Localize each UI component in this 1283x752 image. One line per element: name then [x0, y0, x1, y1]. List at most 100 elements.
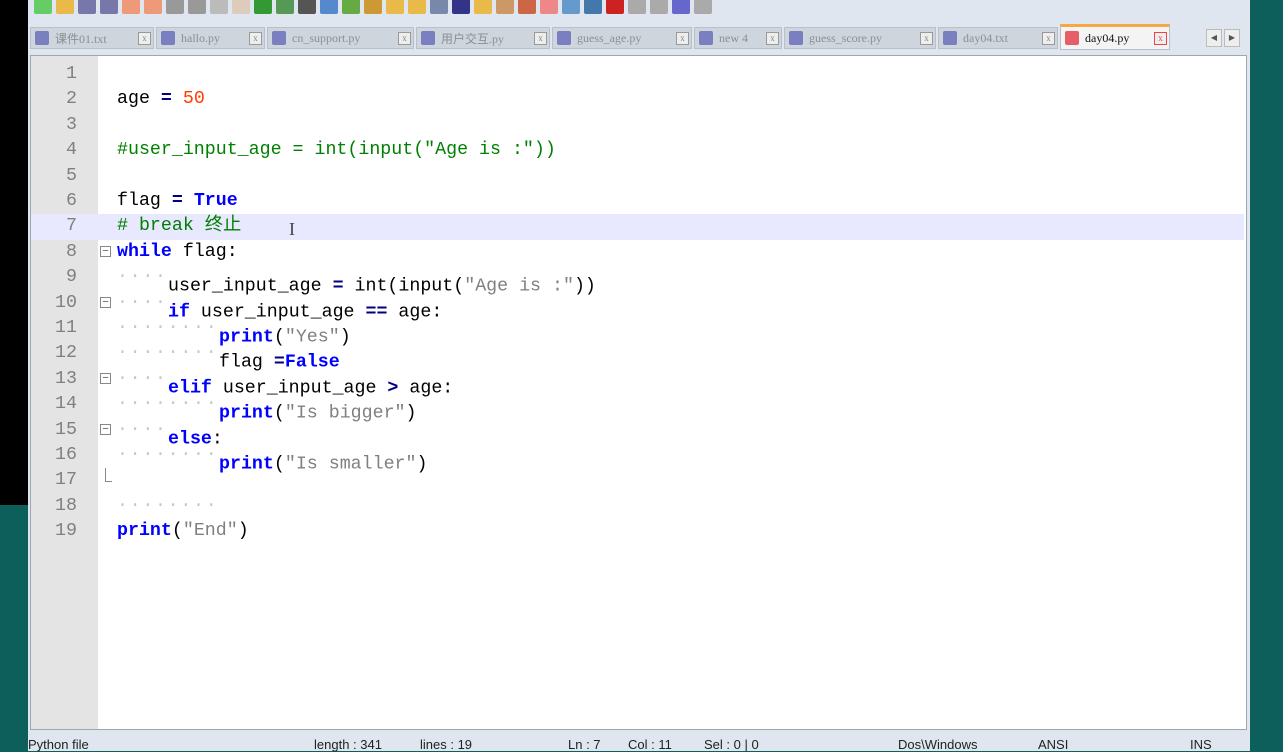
line-number: 10 — [55, 292, 77, 313]
save-macro-icon[interactable] — [694, 0, 712, 14]
line-number: 4 — [66, 140, 77, 161]
close-all-icon[interactable] — [144, 0, 162, 14]
file-icon — [789, 31, 803, 45]
indent-guide: ···· — [117, 292, 168, 313]
close-tab-icon[interactable]: x — [138, 31, 151, 45]
indent-guide-icon[interactable] — [474, 0, 492, 14]
show-all-icon[interactable] — [452, 0, 470, 14]
print-icon[interactable] — [166, 0, 184, 14]
cut-icon[interactable] — [188, 0, 206, 14]
folder-workspace-icon[interactable] — [562, 0, 580, 14]
code-line: 9 ····user_input_age = int(input("Age is … — [31, 265, 1244, 296]
code-line: 13− ····elif user_input_age > age: — [31, 367, 1244, 398]
code-token: 50 — [182, 89, 205, 110]
code-token: = — [160, 89, 172, 110]
close-tab-icon[interactable]: x — [1154, 31, 1167, 45]
record-macro-icon[interactable] — [606, 0, 624, 14]
fold-toggle-icon[interactable]: − — [100, 423, 111, 435]
close-tab-icon[interactable]: x — [920, 31, 933, 45]
code-editor[interactable]: 1 2 age = 50 3 4 #user_input_age = int(input(… — [30, 55, 1247, 730]
code-line: 14 ········print("Is bigger") — [31, 392, 1244, 423]
indent-guide: ···· — [117, 368, 168, 389]
close-tab-icon[interactable]: x — [534, 31, 547, 45]
line-number: 7 — [66, 216, 77, 237]
save-all-icon[interactable] — [100, 0, 118, 14]
doc-map-icon[interactable] — [518, 0, 536, 14]
file-icon — [35, 31, 49, 45]
code-token: print — [117, 521, 172, 542]
tab-scroll-right-button[interactable]: ▶ — [1224, 29, 1240, 47]
tab-4[interactable]: guess_age.py x — [552, 27, 692, 49]
fold-toggle-icon[interactable]: − — [100, 296, 111, 308]
line-number: 19 — [55, 521, 77, 542]
tab-label: hallo.py — [181, 30, 220, 45]
user-lang-icon[interactable] — [496, 0, 514, 14]
undo-icon[interactable] — [254, 0, 272, 14]
tab-2[interactable]: cn_support.py x — [267, 27, 414, 49]
tab-0[interactable]: 课件01.txt x — [30, 27, 154, 49]
copy-icon[interactable] — [210, 0, 228, 14]
stop-macro-icon[interactable] — [628, 0, 646, 14]
open-file-icon[interactable] — [56, 0, 74, 14]
close-tab-icon[interactable]: x — [398, 31, 411, 45]
replace-icon[interactable] — [320, 0, 338, 14]
code-token: ( — [171, 521, 183, 542]
redo-icon[interactable] — [276, 0, 294, 14]
status-ln: Ln : 7 — [568, 737, 601, 752]
code-line: 1 — [31, 62, 1244, 87]
code-line: 4 #user_input_age = int(input("Age is :")… — [31, 138, 1244, 163]
monitor-icon[interactable] — [584, 0, 602, 14]
find-icon[interactable] — [298, 0, 316, 14]
save-icon[interactable] — [78, 0, 96, 14]
word-wrap-icon[interactable] — [430, 0, 448, 14]
code-line: 3 — [31, 113, 1244, 138]
code-token: flag: — [171, 241, 238, 262]
close-tab-icon[interactable]: x — [676, 31, 689, 45]
tab-8[interactable]: day04.py x — [1060, 24, 1170, 50]
zoom-out-icon[interactable] — [364, 0, 382, 14]
line-number: 15 — [55, 419, 77, 440]
close-tab-icon[interactable]: x — [1042, 31, 1055, 45]
fold-toggle-icon[interactable]: − — [100, 372, 111, 384]
tab-1[interactable]: hallo.py x — [156, 27, 265, 49]
file-icon — [272, 31, 286, 45]
code-token: "End" — [182, 521, 238, 542]
tab-label: day04.py — [1085, 30, 1130, 45]
code-token: # break 终止 — [117, 216, 242, 237]
line-number: 11 — [55, 318, 77, 338]
status-eol: Dos\Windows — [898, 737, 978, 752]
indent-guide: ···· — [117, 267, 168, 288]
line-number: 9 — [66, 267, 77, 288]
status-mode: INS — [1190, 737, 1212, 752]
zoom-in-icon[interactable] — [342, 0, 360, 14]
tab-3[interactable]: 用户交互.py x — [416, 27, 550, 49]
sync-v-icon[interactable] — [386, 0, 404, 14]
background-strip — [0, 0, 28, 505]
close-tab-icon[interactable]: x — [249, 31, 262, 45]
tab-bar: ◀ ▶ 课件01.txt x hallo.py x cn_support.py x 用户交互… — [28, 24, 1250, 52]
line-number: 5 — [66, 165, 77, 186]
tab-scroll-left-button[interactable]: ◀ — [1206, 29, 1222, 47]
line-number: 2 — [66, 89, 77, 110]
run-macro-multiple-icon[interactable] — [672, 0, 690, 14]
indent-guide: ···· — [117, 419, 168, 440]
code-text: #user_input_age = int(input("Age is :")) — [117, 138, 556, 163]
fold-toggle-icon[interactable]: − — [100, 245, 111, 257]
file-icon — [699, 31, 713, 45]
tab-6[interactable]: guess_score.py x — [784, 27, 936, 49]
tab-5[interactable]: new 4 x — [694, 27, 782, 49]
code-line: 12 ········flag =False — [31, 341, 1244, 372]
new-file-icon[interactable] — [34, 0, 52, 14]
close-tab-icon[interactable]: x — [766, 31, 779, 45]
play-macro-icon[interactable] — [650, 0, 668, 14]
close-icon[interactable] — [122, 0, 140, 14]
tab-7[interactable]: day04.txt x — [938, 27, 1058, 49]
line-number: 3 — [66, 114, 77, 135]
function-list-icon[interactable] — [540, 0, 558, 14]
tab-label: 课件01.txt — [55, 31, 107, 46]
tab-label: guess_age.py — [577, 30, 642, 45]
status-length: length : 341 — [314, 737, 382, 752]
paste-icon[interactable] — [232, 0, 250, 14]
sync-h-icon[interactable] — [408, 0, 426, 14]
